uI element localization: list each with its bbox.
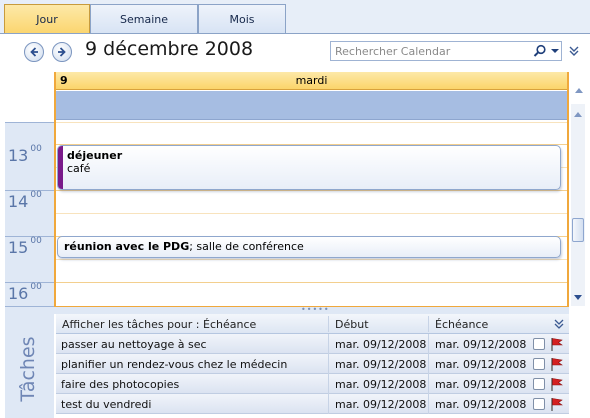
- task-start: mar. 09/12/2008: [335, 338, 427, 351]
- appointment-title: déjeuner: [67, 149, 123, 162]
- hour-label-13: 13 00: [8, 144, 42, 165]
- current-date-title: 9 décembre 2008: [85, 38, 254, 60]
- column-header-start[interactable]: Début: [335, 318, 369, 331]
- search-icon[interactable]: [533, 44, 547, 58]
- column-separator: [328, 354, 329, 374]
- column-separator: [428, 354, 429, 374]
- hour-label-16: 16 00: [8, 282, 42, 303]
- appointment-meeting[interactable]: réunion avec le PDG; salle de conférence: [57, 236, 561, 258]
- appointment-title: réunion avec le PDG: [64, 240, 190, 253]
- appointment-location: ; salle de conférence: [189, 240, 304, 253]
- task-start: mar. 09/12/2008: [335, 378, 427, 391]
- task-subject: faire des photocopies: [61, 378, 180, 391]
- flag-icon[interactable]: [549, 336, 565, 352]
- task-subject: planifier un rendez-vous chez le médecin: [61, 358, 288, 371]
- task-complete-checkbox[interactable]: [533, 358, 545, 370]
- column-header-due[interactable]: Échéance: [435, 318, 488, 331]
- scroll-thumb[interactable]: [572, 218, 584, 242]
- previous-day-button[interactable]: [24, 42, 44, 62]
- day-grid[interactable]: 9 mardi déjeuner café réunion avec le PD…: [54, 72, 569, 308]
- time-separator: [5, 122, 54, 123]
- column-separator: [428, 334, 429, 354]
- expand-chevron-icon[interactable]: [554, 319, 564, 329]
- appointment-text: réunion avec le PDG; salle de conférence: [64, 240, 304, 253]
- splitter-grip-icon: •••••: [301, 305, 330, 314]
- task-row[interactable]: faire des photocopies mar. 09/12/2008 ma…: [56, 374, 569, 394]
- half-hour-line: [56, 213, 567, 214]
- appointment-location: café: [67, 162, 91, 175]
- tab-day-label: Jour: [36, 13, 58, 26]
- task-complete-checkbox[interactable]: [533, 338, 545, 350]
- expand-chevron-icon[interactable]: [568, 45, 580, 57]
- scroll-up-icon[interactable]: [573, 110, 583, 118]
- column-header-subject[interactable]: Afficher les tâches pour : Échéance: [62, 318, 256, 331]
- tasks-label: Tâches: [17, 336, 39, 402]
- task-subject: passer au nettoyage à sec: [61, 338, 207, 351]
- dropdown-icon[interactable]: [549, 44, 561, 58]
- tab-week-label: Semaine: [119, 13, 168, 26]
- appointment-lunch[interactable]: déjeuner café: [57, 145, 561, 190]
- search-input[interactable]: [333, 43, 529, 59]
- search-box[interactable]: [330, 41, 562, 61]
- back-arrow-icon: [30, 47, 38, 57]
- task-row[interactable]: planifier un rendez-vous chez le médecin…: [56, 354, 569, 374]
- task-due: mar. 09/12/2008: [435, 378, 527, 391]
- day-header[interactable]: 9 mardi: [56, 72, 567, 90]
- calendar-header: 9 décembre 2008: [0, 34, 590, 72]
- hour-label-14: 14 00: [8, 190, 42, 211]
- column-separator: [428, 316, 429, 332]
- hour-label-15: 15 00: [8, 236, 42, 257]
- task-due: mar. 09/12/2008: [435, 338, 527, 351]
- column-separator: [328, 334, 329, 354]
- task-start: mar. 09/12/2008: [335, 358, 427, 371]
- task-pane-splitter[interactable]: •••••: [54, 306, 569, 314]
- busy-status-bar: [58, 146, 63, 189]
- tab-day[interactable]: Jour: [4, 4, 90, 34]
- task-due: mar. 09/12/2008: [435, 398, 527, 411]
- task-complete-checkbox[interactable]: [533, 378, 545, 390]
- task-row[interactable]: test du vendredi mar. 09/12/2008 mar. 09…: [56, 394, 569, 414]
- tab-month-label: Mois: [229, 13, 255, 26]
- scroll-up-small-icon[interactable]: [574, 86, 584, 94]
- flag-icon[interactable]: [549, 356, 565, 372]
- scroll-down-icon[interactable]: [573, 294, 583, 302]
- half-hour-line: [56, 259, 567, 260]
- task-due: mar. 09/12/2008: [435, 358, 527, 371]
- task-row[interactable]: passer au nettoyage à sec mar. 09/12/200…: [56, 334, 569, 354]
- time-separator: [5, 306, 54, 307]
- task-complete-checkbox[interactable]: [533, 398, 545, 410]
- hour-line: [56, 190, 567, 191]
- flag-icon[interactable]: [549, 376, 565, 392]
- task-start: mar. 09/12/2008: [335, 398, 427, 411]
- column-separator: [428, 394, 429, 414]
- task-subject: test du vendredi: [61, 398, 152, 411]
- column-separator: [328, 374, 329, 394]
- task-list: Afficher les tâches pour : Échéance Débu…: [56, 314, 569, 418]
- time-column-top: [5, 72, 54, 122]
- view-tabs: Jour Semaine Mois: [0, 0, 590, 34]
- hour-line: [56, 282, 567, 283]
- column-separator: [328, 394, 329, 414]
- tab-month[interactable]: Mois: [198, 4, 286, 34]
- task-list-header: Afficher les tâches pour : Échéance Débu…: [56, 314, 569, 334]
- column-separator: [428, 374, 429, 394]
- day-scrollbar[interactable]: [571, 104, 585, 306]
- forward-arrow-icon: [58, 47, 66, 57]
- day-name: mardi: [295, 74, 328, 87]
- next-day-button[interactable]: [52, 42, 72, 62]
- all-day-area[interactable]: [56, 91, 567, 120]
- column-separator: [328, 316, 329, 332]
- flag-icon[interactable]: [549, 396, 565, 412]
- half-hour-line: [56, 122, 567, 123]
- tab-week[interactable]: Semaine: [90, 4, 198, 34]
